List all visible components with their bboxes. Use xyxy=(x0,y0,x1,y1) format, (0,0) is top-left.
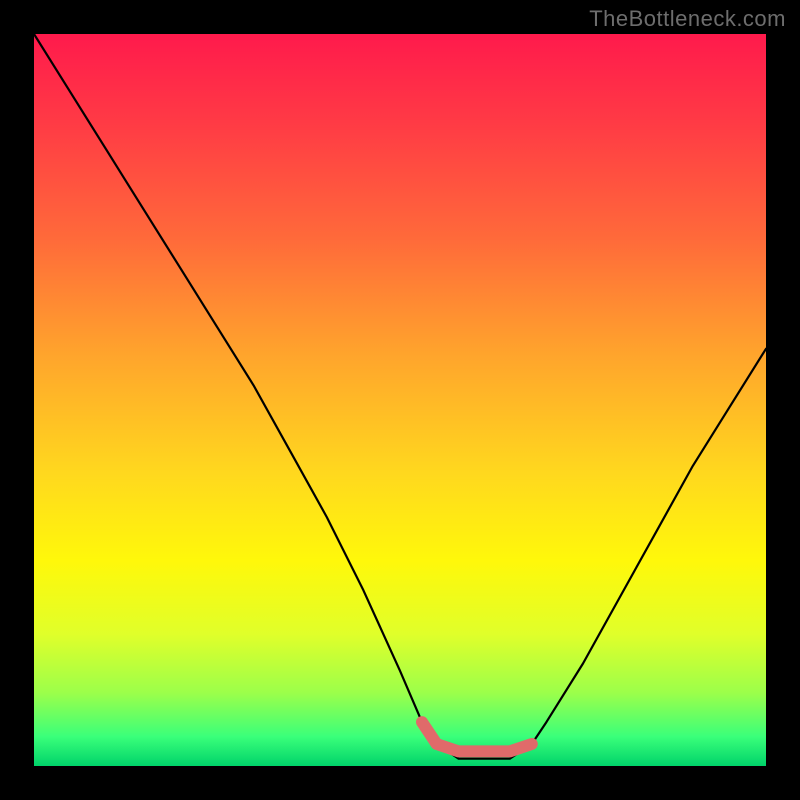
watermark-label: TheBottleneck.com xyxy=(589,6,786,32)
bottleneck-curve-line xyxy=(34,34,766,759)
trough-highlight xyxy=(422,722,532,751)
plot-area xyxy=(34,34,766,766)
chart-stage: TheBottleneck.com xyxy=(0,0,800,800)
curve-layer xyxy=(34,34,766,766)
